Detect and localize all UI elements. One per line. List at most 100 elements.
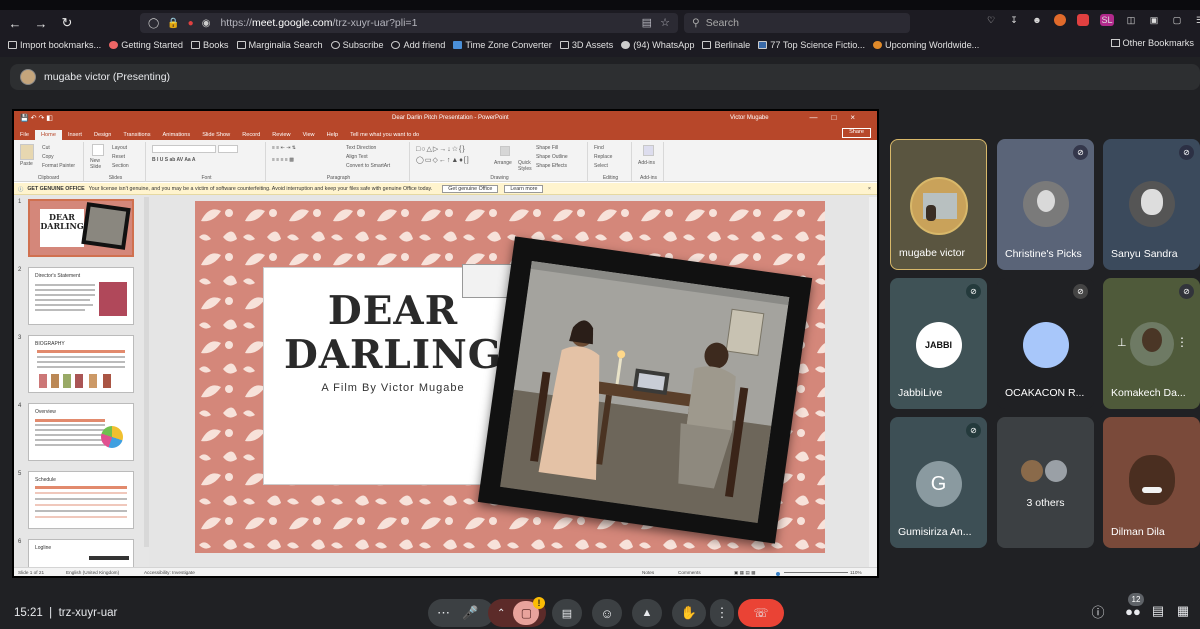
tab-home[interactable]: Home bbox=[35, 130, 62, 140]
shapes-gallery[interactable]: □○△▷→↓☆{} bbox=[416, 145, 466, 153]
get-genuine-button[interactable]: Get genuine Office bbox=[442, 184, 499, 193]
other-bookmarks[interactable]: Other Bookmarks bbox=[1110, 38, 1194, 48]
tell-me-search[interactable]: Tell me what you want to do bbox=[344, 132, 425, 140]
tab-slideshow[interactable]: Slide Show bbox=[196, 132, 236, 140]
replace-button[interactable]: Replace bbox=[594, 154, 612, 160]
extension-sl-icon[interactable]: SL bbox=[1100, 14, 1114, 26]
tab-help[interactable]: Help bbox=[321, 132, 345, 140]
download-icon[interactable]: ↧ bbox=[1008, 14, 1020, 26]
paste-button[interactable]: Paste bbox=[20, 161, 33, 167]
thumbnail-slide-1[interactable]: DEAR DARLING bbox=[28, 199, 134, 257]
comments-button[interactable]: Comments bbox=[678, 570, 701, 575]
bookmark-add-friend[interactable]: Add friend bbox=[391, 40, 445, 50]
tab-insert[interactable]: Insert bbox=[62, 132, 88, 140]
notes-button[interactable]: Notes bbox=[642, 570, 654, 575]
tab-animations[interactable]: Animations bbox=[157, 132, 197, 140]
bookmark-import[interactable]: Import bookmarks... bbox=[8, 40, 101, 50]
tile-komakech[interactable]: ⊘ ⊥ ⋮ Komakech Da... bbox=[1103, 278, 1200, 409]
thumbnail-slide-5[interactable]: Schedule bbox=[28, 471, 134, 529]
reload-icon[interactable]: ↻ bbox=[56, 13, 78, 33]
text-direction-button[interactable]: Text Direction bbox=[346, 145, 376, 151]
tile-sanyu-sandra[interactable]: ⊘ Sanyu Sandra bbox=[1103, 139, 1200, 270]
cut-button[interactable]: Cut bbox=[42, 145, 50, 151]
arrange-button[interactable]: Arrange bbox=[494, 160, 512, 166]
bookmark-marginalia[interactable]: Marginalia Search bbox=[236, 40, 323, 50]
thumbnail-slide-3[interactable]: BIOGRAPHY bbox=[28, 335, 134, 393]
view-buttons[interactable]: ▣ ▦ ▤ ▩ bbox=[734, 570, 756, 576]
bookmark-books[interactable]: Books bbox=[190, 40, 229, 50]
puzzle-icon[interactable]: ◫ bbox=[1125, 14, 1137, 26]
layout-button[interactable]: Layout bbox=[112, 145, 127, 151]
main-slide[interactable]: DEAR DARLING A Film By Victor Mugabe bbox=[195, 201, 825, 553]
tab-view[interactable]: View bbox=[297, 132, 321, 140]
shape-effects-button[interactable]: Shape Effects bbox=[536, 163, 567, 169]
more-audio-icon[interactable]: ⋯ bbox=[437, 605, 450, 621]
bookmark-timezone[interactable]: Time Zone Converter bbox=[453, 40, 552, 50]
tab-transitions[interactable]: Transitions bbox=[117, 132, 156, 140]
bookmark-3d-assets[interactable]: 3D Assets bbox=[559, 40, 613, 50]
quick-styles-button[interactable]: Quick Styles bbox=[518, 160, 532, 172]
leave-call-button[interactable]: ☏ bbox=[738, 599, 784, 627]
zoom-slider[interactable] bbox=[784, 572, 848, 573]
share-button[interactable]: Share bbox=[842, 128, 871, 138]
search-bar[interactable]: ⚲ Search bbox=[684, 13, 910, 33]
pin-icon[interactable]: ⊥ bbox=[1117, 336, 1127, 349]
mic-permission-icon[interactable]: ● bbox=[188, 18, 194, 29]
bookmark-upcoming[interactable]: Upcoming Worldwide... bbox=[873, 40, 979, 50]
pip-icon[interactable]: ▣ bbox=[1148, 14, 1160, 26]
info-icon[interactable]: ⓘ bbox=[1090, 603, 1106, 620]
align-buttons[interactable]: ≡ ≡ ≡ ≡ ▩ bbox=[272, 157, 294, 163]
bookmark-berlinale[interactable]: Berlinale bbox=[702, 40, 750, 50]
tab-record[interactable]: Record bbox=[236, 132, 266, 140]
more-options-icon[interactable]: ⋮ bbox=[1176, 335, 1188, 349]
camera-off-permission-icon[interactable]: ◉ bbox=[202, 18, 211, 29]
language-status[interactable]: English (United Kingdom) bbox=[66, 570, 119, 575]
activities-icon[interactable]: ▦ bbox=[1175, 603, 1191, 619]
brave-icon[interactable] bbox=[1054, 14, 1066, 26]
thumbnail-slide-4[interactable]: Overview bbox=[28, 403, 134, 461]
thumbnail-slide-2[interactable]: Director's Statement bbox=[28, 267, 134, 325]
window-controls[interactable]: —□× bbox=[809, 113, 869, 122]
zoom-level[interactable]: 110% bbox=[850, 570, 862, 575]
smartart-button[interactable]: Convert to SmartArt bbox=[346, 163, 390, 169]
tab-review[interactable]: Review bbox=[266, 132, 296, 140]
align-text-button[interactable]: Align Text bbox=[346, 154, 368, 160]
tile-christines-picks[interactable]: ⊘ Christine's Picks bbox=[997, 139, 1094, 270]
chevron-up-icon[interactable]: ⌃ bbox=[497, 608, 505, 619]
tab-file[interactable]: File bbox=[14, 132, 35, 140]
url-bar[interactable]: ◯ 🔒 ● ◉ https://meet.google.com/trz-xuyr… bbox=[140, 13, 678, 33]
find-button[interactable]: Find bbox=[594, 145, 604, 151]
editor-scrollbar[interactable] bbox=[869, 197, 877, 567]
present-button[interactable]: ▲ bbox=[632, 599, 662, 627]
bookmark-scifi[interactable]: 77 Top Science Fictio... bbox=[758, 40, 865, 50]
account-icon[interactable]: ☻ bbox=[1031, 14, 1043, 26]
reset-button[interactable]: Reset bbox=[112, 154, 125, 160]
bookmark-getting-started[interactable]: Getting Started bbox=[109, 40, 183, 50]
bookmark-subscribe[interactable]: Subscribe bbox=[330, 40, 383, 50]
new-slide-button[interactable]: New Slide bbox=[90, 158, 110, 170]
shape-fill-button[interactable]: Shape Fill bbox=[536, 145, 558, 151]
extension-red-icon[interactable] bbox=[1077, 14, 1089, 26]
thumbnail-slide-6[interactable]: Logline bbox=[28, 539, 134, 567]
reader-view-icon[interactable]: ▤ bbox=[642, 16, 652, 29]
close-icon[interactable]: × bbox=[868, 186, 871, 192]
tile-ocakacon[interactable]: ⊘ OCAKACON R... bbox=[997, 278, 1094, 409]
list-buttons[interactable]: ≡ ≡ ⇤ ⇥ ⇅ bbox=[272, 145, 296, 151]
back-arrow-icon[interactable]: ← bbox=[4, 13, 26, 33]
reactions-button[interactable]: ☺ bbox=[592, 599, 622, 627]
menu-icon[interactable]: ☰ bbox=[1194, 14, 1200, 26]
format-painter-button[interactable]: Format Painter bbox=[42, 163, 75, 169]
sidebar-icon[interactable]: ▢ bbox=[1171, 14, 1183, 26]
bookmark-whatsapp[interactable]: (94) WhatsApp bbox=[621, 40, 694, 50]
accessibility-status[interactable]: Accessibility: Investigate bbox=[144, 570, 195, 575]
addins-button[interactable]: Add-ins bbox=[638, 160, 655, 166]
tab-design[interactable]: Design bbox=[88, 132, 117, 140]
tile-jabbilive[interactable]: ⊘ JABBI JabbiLive bbox=[890, 278, 987, 409]
tile-dilman-dila[interactable]: Dilman Dila bbox=[1103, 417, 1200, 548]
tile-3-others[interactable]: 3 others bbox=[997, 417, 1094, 548]
bookmark-star-icon[interactable]: ☆ bbox=[660, 16, 670, 29]
microphone-icon[interactable]: 🎤 bbox=[462, 605, 478, 621]
shape-outline-button[interactable]: Shape Outline bbox=[536, 154, 568, 160]
pocket-icon[interactable]: ♡ bbox=[985, 14, 997, 26]
tile-mugabe-victor[interactable]: mugabe victor bbox=[890, 139, 987, 270]
